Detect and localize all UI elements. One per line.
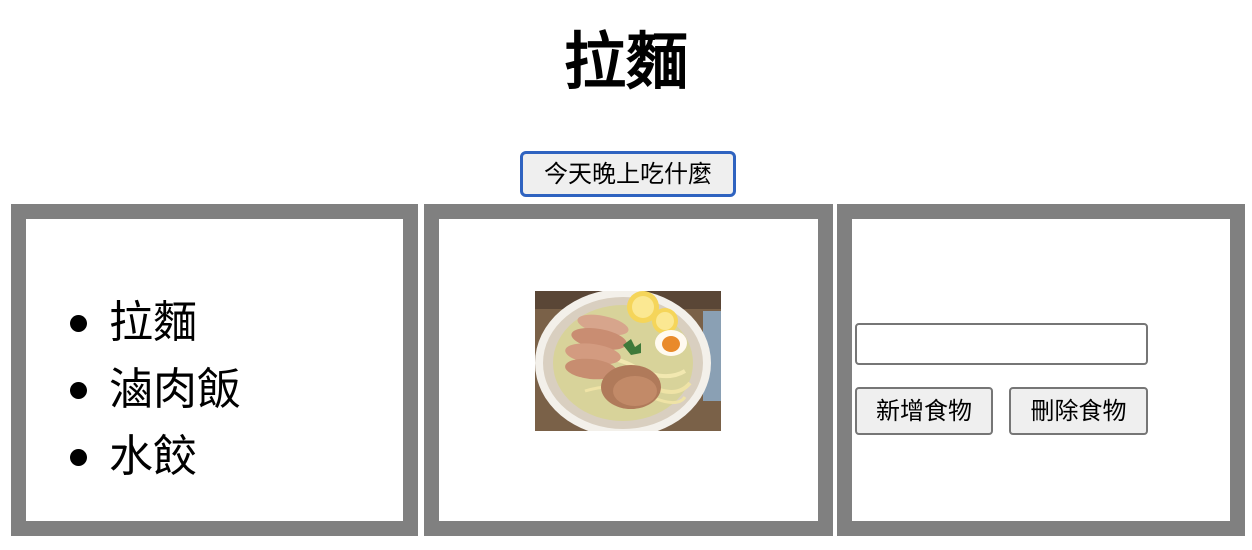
food-editor-panel: 新增食物 刪除食物 [837, 204, 1245, 536]
food-photo-ramen-icon [535, 291, 721, 431]
bullet-icon [70, 449, 87, 466]
ramen-photo [535, 291, 721, 431]
app-page: 拉麵 今天晚上吃什麼 拉麵 滷肉飯 水餃 新增食物 刪除食物 [0, 0, 1252, 550]
list-item: 滷肉飯 [26, 356, 241, 423]
list-item-label: 拉麵 [109, 297, 197, 348]
pick-dinner-button[interactable]: 今天晚上吃什麼 [520, 151, 736, 197]
list-item: 拉麵 [26, 289, 241, 356]
list-item-label: 水餃 [109, 431, 197, 482]
food-image-panel [424, 204, 833, 536]
bullet-icon [70, 315, 87, 332]
food-list-panel: 拉麵 滷肉飯 水餃 [11, 204, 418, 536]
list-item-label: 滷肉飯 [109, 364, 241, 415]
food-list: 拉麵 滷肉飯 水餃 [26, 289, 241, 490]
page-title: 拉麵 [563, 25, 688, 98]
bullet-icon [70, 382, 87, 399]
add-food-button[interactable]: 新增食物 [855, 387, 993, 435]
delete-food-button[interactable]: 刪除食物 [1009, 387, 1148, 435]
food-name-input[interactable] [855, 323, 1148, 365]
list-item: 水餃 [26, 423, 241, 490]
